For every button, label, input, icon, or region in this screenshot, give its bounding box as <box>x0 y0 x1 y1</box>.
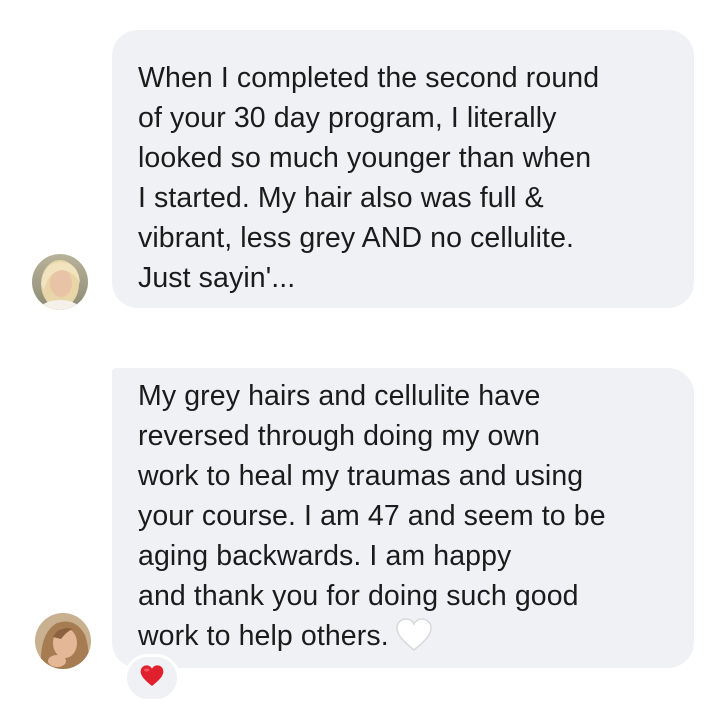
message-line: of your 30 day program, I literally <box>138 102 557 134</box>
message-line: When I completed the second round <box>138 62 600 94</box>
reaction-badge[interactable] <box>124 654 180 702</box>
message-line: vibrant, less grey AND no cellulite. <box>138 222 575 254</box>
message-line: looked so much younger than when <box>138 142 592 174</box>
message-line: your course. I am 47 and seem to be <box>138 500 606 532</box>
message-line: work to help others. <box>138 620 389 652</box>
message-line: My grey hairs and cellulite have <box>138 380 541 412</box>
message-bubble-2[interactable]: My grey hairs and cellulite have reverse… <box>112 368 694 668</box>
avatar[interactable] <box>32 254 88 310</box>
message-line: I started. My hair also was full & <box>138 182 544 214</box>
message-line: aging backwards. I am happy <box>138 540 512 572</box>
message-thread: When I completed the second round of you… <box>0 0 720 720</box>
message-line: Just sayin'... <box>138 262 296 294</box>
message-bubble-1[interactable]: When I completed the second round of you… <box>112 30 694 308</box>
message-line: and thank you for doing such good <box>138 580 579 612</box>
message-line-last: work to help others. <box>138 616 674 664</box>
red-heart-icon <box>139 664 165 693</box>
avatar[interactable] <box>35 613 91 669</box>
white-heart-icon <box>395 617 433 664</box>
message-line: work to heal my traumas and using <box>138 460 584 492</box>
message-line: reversed through doing my own <box>138 420 541 452</box>
